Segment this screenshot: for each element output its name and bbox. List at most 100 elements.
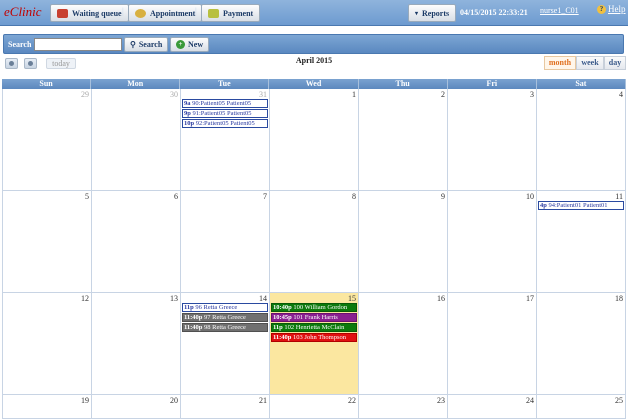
appointment-event[interactable]: 10p 92:Patient05 Patient05: [182, 119, 268, 128]
view-day-button[interactable]: day: [604, 56, 626, 70]
day-of-week-thu: Thu: [358, 79, 448, 89]
appointment-event[interactable]: 11p 96 Retta Greece: [182, 303, 268, 312]
day-cell[interactable]: 31 9a 90:Patient05 Patient05 9p 91:Patient…: [181, 89, 270, 190]
day-number[interactable]: 21: [259, 396, 267, 405]
event-title: 100 William Gordon: [293, 304, 348, 311]
appointment-event[interactable]: 9a 90:Patient05 Patient05: [182, 99, 268, 108]
search-button-label: Search: [138, 40, 163, 49]
day-number[interactable]: 19: [81, 396, 89, 405]
search-bar: Search ⚲ Search + New: [3, 34, 624, 54]
week-row: 5 6 7 8 9 10 11 4p 94:Patient01 Patient01: [2, 191, 626, 293]
day-cell[interactable]: 14 11p 96 Retta Greece 11:40p 97 Retta Gre…: [181, 293, 270, 394]
day-number[interactable]: 5: [85, 192, 89, 201]
day-cell[interactable]: 23: [359, 395, 448, 418]
reports-button[interactable]: ▾ Reports: [408, 4, 457, 22]
day-number[interactable]: 11: [615, 192, 623, 201]
day-number[interactable]: 18: [615, 294, 623, 303]
day-number[interactable]: 17: [526, 294, 534, 303]
day-cell[interactable]: 30: [92, 89, 181, 190]
waiting-queue-button[interactable]: Waiting queue: [50, 4, 129, 22]
search-button[interactable]: ⚲ Search: [124, 37, 169, 52]
day-cell[interactable]: 12: [2, 293, 92, 394]
user-link[interactable]: nurse1_C01: [540, 6, 579, 15]
day-cell[interactable]: 13: [92, 293, 181, 394]
day-cell[interactable]: 21: [181, 395, 270, 418]
day-cell[interactable]: 25: [537, 395, 626, 418]
day-cell[interactable]: 29: [2, 89, 92, 190]
day-number[interactable]: 9: [441, 192, 445, 201]
day-number[interactable]: 30: [170, 90, 178, 99]
appointment-event[interactable]: 10:45p 101 Frank Harris: [271, 313, 357, 322]
toolbar-divider: |: [195, 6, 197, 16]
help-link[interactable]: ? Help: [597, 4, 626, 14]
day-of-week-fri: Fri: [447, 79, 537, 89]
day-number[interactable]: 23: [437, 396, 445, 405]
event-list: 9a 90:Patient05 Patient05 9p 91:Patient05…: [182, 99, 268, 129]
appointment-event[interactable]: 11:40p 97 Retta Greece: [182, 313, 268, 322]
appointment-event[interactable]: 10:40p 100 William Gordon: [271, 303, 357, 312]
day-number[interactable]: 20: [170, 396, 178, 405]
day-cell[interactable]: 8: [270, 191, 359, 292]
day-cell[interactable]: 10: [448, 191, 537, 292]
search-icon: ⚲: [130, 40, 136, 49]
appointment-event[interactable]: 11p 102 Henrietta McClain: [271, 323, 357, 332]
search-input[interactable]: [34, 38, 122, 51]
day-number[interactable]: 24: [526, 396, 534, 405]
event-time: 11p: [273, 324, 283, 331]
day-cell[interactable]: 5: [2, 191, 92, 292]
appointment-event[interactable]: 11:40p 98 Retta Greece: [182, 323, 268, 332]
day-of-week-header: Sun Mon Tue Wed Thu Fri Sat: [2, 79, 626, 89]
day-cell[interactable]: 22: [270, 395, 359, 418]
event-time: 11:40p: [273, 334, 292, 341]
day-number[interactable]: 25: [615, 396, 623, 405]
search-label: Search: [8, 40, 32, 49]
day-cell[interactable]: 9: [359, 191, 448, 292]
event-title: 90:Patient05 Patient05: [192, 100, 252, 107]
day-number[interactable]: 31: [259, 90, 267, 99]
appointment-event[interactable]: 4p 94:Patient01 Patient01: [538, 201, 624, 210]
day-number[interactable]: 7: [263, 192, 267, 201]
appointment-event[interactable]: 11:40p 103 John Thompson: [271, 333, 357, 342]
day-cell[interactable]: 3: [448, 89, 537, 190]
plus-icon: +: [176, 40, 185, 49]
day-number[interactable]: 10: [526, 192, 534, 201]
day-number[interactable]: 22: [348, 396, 356, 405]
day-cell[interactable]: 19: [2, 395, 92, 418]
day-cell[interactable]: 11 4p 94:Patient01 Patient01: [537, 191, 626, 292]
day-number[interactable]: 4: [619, 90, 623, 99]
day-number[interactable]: 29: [81, 90, 89, 99]
day-cell[interactable]: 17: [448, 293, 537, 394]
day-number[interactable]: 3: [530, 90, 534, 99]
week-row: 29 30 31 9a 90:Patient05 Patient05 9p 91:Pat…: [2, 89, 626, 191]
day-number[interactable]: 1: [352, 90, 356, 99]
payment-button[interactable]: Payment: [201, 4, 261, 22]
day-cell[interactable]: 15 10:40p 100 William Gordon 10:45p 101 Fr…: [270, 293, 359, 394]
day-number[interactable]: 13: [170, 294, 178, 303]
day-cell[interactable]: 4: [537, 89, 626, 190]
appointment-event[interactable]: 9p 91:Patient05 Patient05: [182, 109, 268, 118]
day-cell[interactable]: 18: [537, 293, 626, 394]
event-time: 11:40p: [184, 314, 203, 321]
day-cell[interactable]: 6: [92, 191, 181, 292]
day-number[interactable]: 2: [441, 90, 445, 99]
event-title: 91:Patient05 Patient05: [192, 110, 252, 117]
day-number[interactable]: 16: [437, 294, 445, 303]
day-cell[interactable]: 2: [359, 89, 448, 190]
view-month-button[interactable]: month: [544, 56, 576, 70]
day-cell[interactable]: 1: [270, 89, 359, 190]
day-cell[interactable]: 16: [359, 293, 448, 394]
day-number[interactable]: 8: [352, 192, 356, 201]
appointment-button[interactable]: Appointment: [128, 4, 203, 22]
new-button[interactable]: + New: [170, 37, 210, 52]
day-cell[interactable]: 7: [181, 191, 270, 292]
view-week-button[interactable]: week: [576, 56, 604, 70]
appointment-icon: [135, 8, 146, 18]
day-number[interactable]: 15: [348, 294, 356, 303]
day-cell[interactable]: 24: [448, 395, 537, 418]
day-cell[interactable]: 20: [92, 395, 181, 418]
week-row: 19 20 21 22 23 24 25: [2, 395, 626, 419]
day-number[interactable]: 6: [174, 192, 178, 201]
day-number[interactable]: 12: [81, 294, 89, 303]
event-list: 11p 96 Retta Greece 11:40p 97 Retta Greec…: [182, 303, 268, 333]
day-number[interactable]: 14: [259, 294, 267, 303]
